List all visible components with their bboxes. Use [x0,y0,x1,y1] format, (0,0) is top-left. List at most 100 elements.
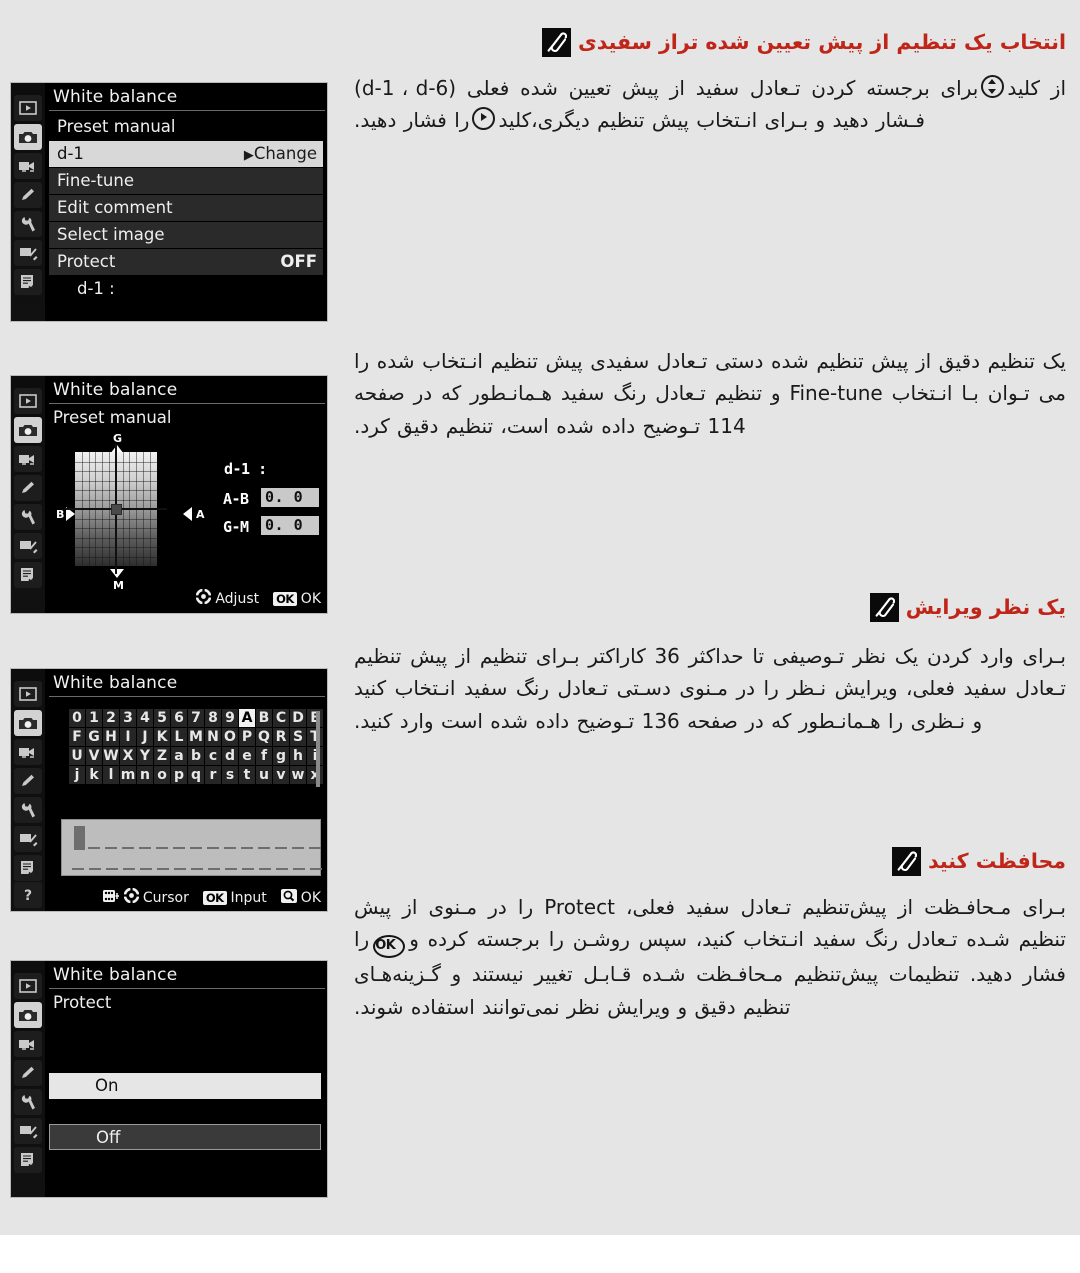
key-0[interactable]: 0 [69,709,85,727]
key-j[interactable]: j [69,766,85,784]
key-w[interactable]: w [290,766,306,784]
key-o[interactable]: o [154,766,170,784]
key-I[interactable]: I [120,728,136,746]
wrench-icon[interactable] [14,211,42,237]
key-Z[interactable]: Z [154,747,170,765]
gm-value[interactable]: 0. 0 [261,516,319,535]
shooting-menu-icon[interactable] [14,710,42,736]
key-M[interactable]: M [188,728,204,746]
playback-icon[interactable] [14,681,42,707]
key-Y[interactable]: Y [137,747,153,765]
key-D[interactable]: D [290,709,306,727]
grid-cursor[interactable] [111,504,122,515]
key-L[interactable]: L [171,728,187,746]
key-W[interactable]: W [103,747,119,765]
key-1[interactable]: 1 [86,709,102,727]
key-h[interactable]: h [290,747,306,765]
wrench-icon[interactable] [14,797,42,823]
key-a[interactable]: a [171,747,187,765]
key-g[interactable]: g [273,747,289,765]
key-E[interactable]: E [307,709,323,727]
ab-value[interactable]: 0. 0 [261,488,319,507]
key-k[interactable]: k [86,766,102,784]
character-keyboard[interactable]: 0123456789ABCDEFGHIJKLMNOPQRSTUVWXYZabcd… [69,709,323,785]
key-S[interactable]: S [290,728,306,746]
key-t[interactable]: t [239,766,255,784]
movie-icon[interactable] [14,1031,42,1057]
key-r[interactable]: r [205,766,221,784]
retouch-icon[interactable] [14,533,42,559]
recent-settings-icon[interactable] [14,1147,42,1173]
key-m[interactable]: m [120,766,136,784]
key-6[interactable]: 6 [171,709,187,727]
key-R[interactable]: R [273,728,289,746]
shooting-menu-icon[interactable] [14,124,42,150]
movie-icon[interactable] [14,446,42,472]
key-O[interactable]: O [222,728,238,746]
key-d[interactable]: d [222,747,238,765]
key-U[interactable]: U [69,747,85,765]
pencil-icon[interactable] [14,1060,42,1086]
key-x[interactable]: x [307,766,323,784]
pencil-icon[interactable] [14,475,42,501]
retouch-icon[interactable] [14,240,42,266]
key-G[interactable]: G [86,728,102,746]
key-n[interactable]: n [137,766,153,784]
key-Q[interactable]: Q [256,728,272,746]
key-J[interactable]: J [137,728,153,746]
movie-icon[interactable] [14,153,42,179]
key-N[interactable]: N [205,728,221,746]
key-F[interactable]: F [69,728,85,746]
movie-icon[interactable] [14,739,42,765]
key-K[interactable]: K [154,728,170,746]
wrench-icon[interactable] [14,1089,42,1115]
recent-settings-icon[interactable] [14,855,42,881]
key-5[interactable]: 5 [154,709,170,727]
option-off[interactable]: Off [49,1124,321,1150]
menu-row-preset[interactable]: d-1 ▶Change [49,141,323,167]
key-p[interactable]: p [171,766,187,784]
shooting-menu-icon[interactable] [14,1002,42,1028]
key-V[interactable]: V [86,747,102,765]
keyboard-scrollbar[interactable] [316,711,320,787]
menu-row-fine-tune[interactable]: Fine-tune [49,168,323,194]
change-action[interactable]: ▶Change [244,141,317,169]
help-icon[interactable]: ? [14,882,42,908]
key-v[interactable]: v [273,766,289,784]
option-on[interactable]: On [49,1073,321,1099]
key-c[interactable]: c [205,747,221,765]
key-X[interactable]: X [120,747,136,765]
key-i[interactable]: i [307,747,323,765]
key-P[interactable]: P [239,728,255,746]
key-8[interactable]: 8 [205,709,221,727]
menu-row-edit-comment[interactable]: Edit comment [49,195,323,221]
key-9[interactable]: 9 [222,709,238,727]
recent-settings-icon[interactable] [14,562,42,588]
key-q[interactable]: q [188,766,204,784]
wrench-icon[interactable] [14,504,42,530]
key-f[interactable]: f [256,747,272,765]
key-A[interactable]: A [239,709,255,727]
pencil-icon[interactable] [14,768,42,794]
key-e[interactable]: e [239,747,255,765]
menu-row-protect[interactable]: Protect OFF [49,249,323,275]
retouch-icon[interactable] [14,1118,42,1144]
key-4[interactable]: 4 [137,709,153,727]
shooting-menu-icon[interactable] [14,417,42,443]
pencil-icon[interactable] [14,182,42,208]
playback-icon[interactable] [14,973,42,999]
white-balance-grid[interactable] [65,444,167,574]
retouch-icon[interactable] [14,826,42,852]
key-B[interactable]: B [256,709,272,727]
key-H[interactable]: H [103,728,119,746]
recent-settings-icon[interactable] [14,269,42,295]
playback-icon[interactable] [14,388,42,414]
menu-row-select-image[interactable]: Select image [49,222,323,248]
key-b[interactable]: b [188,747,204,765]
key-C[interactable]: C [273,709,289,727]
key-T[interactable]: T [307,728,323,746]
comment-text-field[interactable] [61,819,322,876]
key-2[interactable]: 2 [103,709,119,727]
playback-icon[interactable] [14,95,42,121]
key-u[interactable]: u [256,766,272,784]
